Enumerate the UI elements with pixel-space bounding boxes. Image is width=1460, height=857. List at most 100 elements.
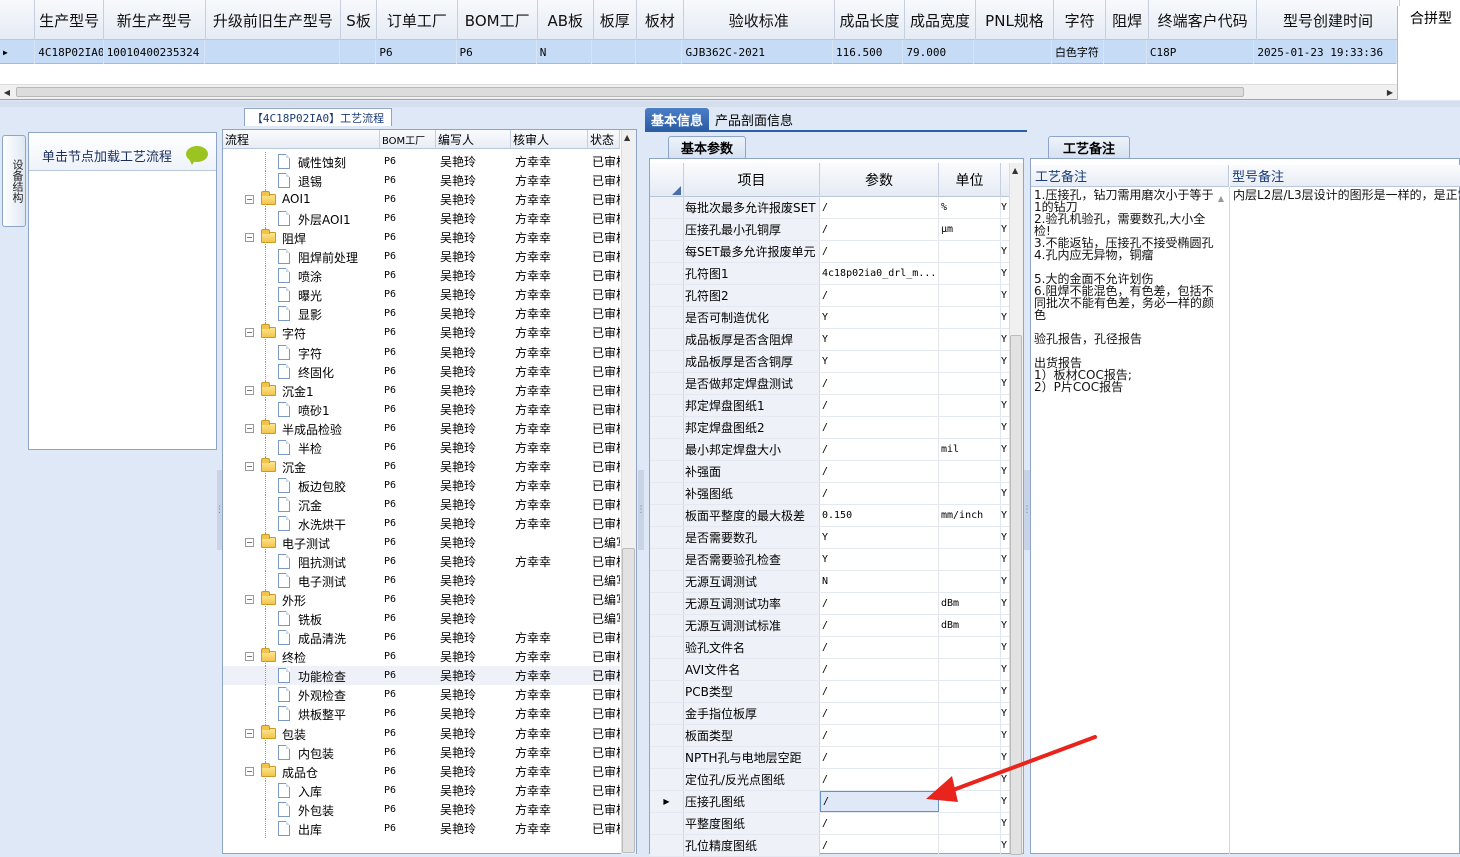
param-cell-param[interactable]: / [820, 681, 939, 702]
grid-cell[interactable]: C18P [1147, 40, 1255, 64]
col-header[interactable]: 订单工厂 [377, 0, 458, 40]
collapse-icon[interactable]: − [245, 595, 254, 605]
param-row[interactable]: 平整度图纸 / Y [650, 813, 1009, 835]
basic-params-vscroll-thumb[interactable] [1010, 335, 1022, 855]
param-row[interactable]: 每批次最多允许报废SET /% Y [650, 197, 1009, 219]
grid-cell[interactable]: GJB362C-2021 [682, 40, 833, 64]
col-header[interactable]: 终端客户代码 [1149, 0, 1257, 40]
model-grid-hscroll-thumb[interactable] [16, 87, 1244, 97]
tree-node[interactable]: 沉金 [223, 494, 380, 514]
param-cell-param[interactable]: / [820, 813, 939, 834]
tree-node[interactable]: 显影 [223, 304, 380, 324]
grid-cell[interactable]: P6 [457, 40, 537, 64]
tree-row[interactable]: 曝光 P6 吴艳玲 方幸幸 已审核 [223, 285, 620, 305]
tree-row[interactable]: 水洗烘干 P6 吴艳玲 方幸幸 已审核 [223, 513, 620, 533]
collapse-icon[interactable]: − [245, 328, 254, 338]
tree-node[interactable]: 阻抗测试 [223, 552, 380, 572]
tree-node[interactable]: − 外形 [223, 590, 380, 610]
grid-cell[interactable] [974, 40, 1052, 64]
grid-cell[interactable]: 79.000 [903, 40, 974, 64]
tree-col-header[interactable]: 核审人 [511, 130, 588, 149]
col-header[interactable]: 型号创建时间 [1257, 0, 1400, 40]
param-cell-param[interactable]: / [820, 615, 939, 636]
param-row[interactable]: 是否做邦定焊盘测试 / Y [650, 373, 1009, 395]
tree-node[interactable]: 字符 [223, 342, 380, 362]
param-row[interactable]: PCB类型 / Y [650, 681, 1009, 703]
param-row[interactable]: ▶ 压接孔图纸 / Y [650, 791, 1009, 813]
scroll-up-icon[interactable]: ▲ [1214, 188, 1228, 208]
col-item[interactable]: 项目 [684, 163, 820, 197]
collapse-icon[interactable]: − [245, 728, 254, 738]
tree-row[interactable]: − 成品仓 P6 吴艳玲 方幸幸 已审核 [223, 761, 620, 781]
tree-row[interactable]: − 电子测试 P6 吴艳玲 已编写 [223, 533, 620, 552]
param-cell-param[interactable]: / [820, 461, 939, 482]
param-row[interactable]: 是否可制造优化 Y Y [650, 307, 1009, 329]
tree-node[interactable]: − 沉金 [223, 456, 380, 476]
tree-node[interactable]: 水洗烘干 [223, 513, 380, 533]
param-cell-param[interactable]: / [820, 483, 939, 504]
param-cell-param[interactable]: / [820, 439, 939, 460]
tree-row[interactable]: 终固化 P6 吴艳玲 方幸幸 已审核 [223, 361, 620, 381]
col-header[interactable]: 字符 [1054, 0, 1107, 40]
param-row[interactable]: 是否需要数孔 Y Y [650, 527, 1009, 549]
param-cell-param[interactable]: / [820, 285, 939, 306]
model-grid-selected-row[interactable]: ▶ 4C18P02IA0 10010400235324 P6 P6 N GJB362C-20… [0, 40, 1397, 64]
tree-row[interactable]: 喷涂 P6 吴艳玲 方幸幸 已审核 [223, 266, 620, 286]
param-cell-param[interactable]: / [820, 241, 939, 262]
middle-splitter-grip-icon[interactable]: ⋮ [638, 470, 644, 550]
param-row[interactable]: 邦定焊盘图纸1/ Y [650, 395, 1009, 417]
tree-row[interactable]: 烘板整平 P6 吴艳玲 方幸幸 已审核 [223, 704, 620, 724]
tree-node[interactable]: − 字符 [223, 323, 380, 343]
param-row[interactable]: 金手指位板厚 / Y [650, 703, 1009, 725]
param-cell-param[interactable]: 0.150 [820, 505, 939, 526]
tree-col-header[interactable]: 状态 [588, 130, 620, 149]
col-header[interactable]: 板厚 [594, 0, 637, 40]
tree-row[interactable]: 显影 P6 吴艳玲 方幸幸 已审核 [223, 304, 620, 324]
tree-node[interactable]: − 半成品检验 [223, 418, 380, 438]
tree-row[interactable]: 铣板 P6 吴艳玲 已编写 [223, 609, 620, 629]
process-flow-vscroll-thumb[interactable] [622, 548, 635, 853]
grid-cell[interactable]: 4C18P02IA0 [35, 40, 104, 64]
tree-row[interactable]: − 包装 P6 吴艳玲 方幸幸 已审核 [223, 723, 620, 743]
col-header[interactable]: 生产型号 [35, 0, 104, 40]
tree-row[interactable]: − 沉金1 P6 吴艳玲 方幸幸 已审核 [223, 380, 620, 400]
param-cell-param[interactable]: 4c18p02ia0_drl_m... [820, 263, 939, 284]
tree-node[interactable]: 板边包胶 [223, 475, 380, 495]
param-cell-param[interactable]: N [820, 571, 939, 592]
collapse-icon[interactable]: − [245, 461, 254, 471]
param-row[interactable]: AVI文件名 / Y [650, 659, 1009, 681]
param-row[interactable]: 邦定焊盘图纸2/ Y [650, 417, 1009, 439]
param-row[interactable]: 补强图纸 / Y [650, 483, 1009, 505]
grid-cell[interactable] [205, 40, 341, 64]
collapse-icon[interactable]: − [245, 766, 254, 776]
param-cell-param[interactable]: / [820, 373, 939, 394]
tree-node[interactable]: 退锡 [223, 171, 380, 191]
param-cell-param[interactable]: / [820, 703, 939, 724]
tree-row[interactable]: 阻抗测试 P6 吴艳玲 方幸幸 已审核 [223, 552, 620, 572]
col-header[interactable]: 成品长度 [835, 0, 906, 40]
tree-col-header[interactable]: 流程 [223, 130, 380, 149]
grid-cell[interactable] [636, 40, 683, 64]
param-cell-param[interactable]: / [820, 637, 939, 658]
tree-row[interactable]: 内包装 P6 吴艳玲 方幸幸 已审核 [223, 742, 620, 762]
tree-node[interactable]: 阻焊前处理 [223, 247, 380, 267]
grid-cell[interactable]: P6 [376, 40, 457, 64]
grid-cell[interactable]: 白色字符 [1052, 40, 1104, 64]
collapse-icon[interactable]: − [245, 652, 254, 662]
param-row[interactable]: 无源互调测试 N Y [650, 571, 1009, 593]
tree-row[interactable]: − 字符 P6 吴艳玲 方幸幸 已审核 [223, 323, 620, 343]
tree-row[interactable]: 字符 P6 吴艳玲 方幸幸 已审核 [223, 342, 620, 362]
tree-node[interactable]: 外观检查 [223, 685, 380, 705]
tree-node[interactable]: − 沉金1 [223, 380, 380, 400]
tree-row[interactable]: 退锡 P6 吴艳玲 方幸幸 已审核 [223, 171, 620, 191]
param-cell-param[interactable]: / [820, 593, 939, 614]
tree-row[interactable]: 外观检查 P6 吴艳玲 方幸幸 已审核 [223, 685, 620, 705]
tree-row[interactable]: 功能检查 P6 吴艳玲 方幸幸 已审核 [223, 666, 620, 686]
param-row[interactable]: 成品板厚是否含铜厚 Y Y [650, 351, 1009, 373]
tree-row[interactable]: 外包装 P6 吴艳玲 方幸幸 已审核 [223, 799, 620, 819]
param-cell-param[interactable]: / [820, 725, 939, 746]
tab-basic-info[interactable]: 基本信息 [645, 108, 710, 130]
col-header[interactable]: S板 [341, 0, 378, 40]
grid-cell[interactable]: 116.500 [833, 40, 904, 64]
remark-divider[interactable] [1229, 187, 1230, 854]
